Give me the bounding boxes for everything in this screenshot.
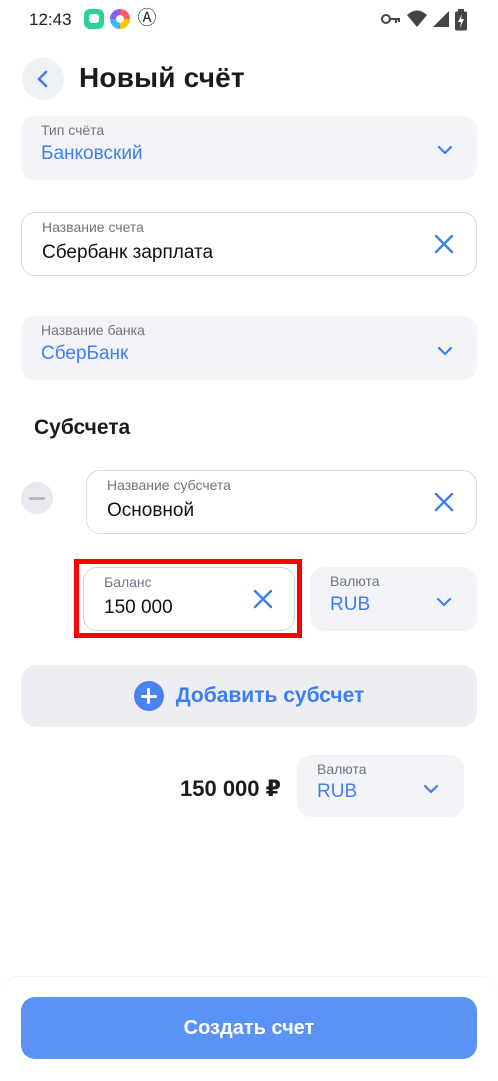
total-amount: 150 000 ₽ xyxy=(180,776,281,801)
status-time: 12:43 xyxy=(29,10,72,29)
clear-icon[interactable] xyxy=(433,491,455,513)
subaccount-currency-value: RUB xyxy=(330,594,371,615)
subaccount-currency-select[interactable]: Валюта RUB xyxy=(310,567,477,631)
create-account-label: Создать счет xyxy=(183,1016,315,1039)
pie-app-icon xyxy=(110,9,130,29)
subaccount-name-field[interactable]: Название субсчета Основной xyxy=(86,470,477,534)
account-type-select[interactable]: Тип счёта Банковский xyxy=(21,116,477,180)
account-type-label: Тип счёта xyxy=(41,122,105,138)
clear-icon[interactable] xyxy=(433,233,455,255)
highlight-box xyxy=(74,559,302,638)
battery-charging-icon xyxy=(455,9,467,31)
bank-name-label: Название банка xyxy=(41,322,145,338)
account-type-value: Банковский xyxy=(41,143,143,164)
subaccount-name-label: Название субсчета xyxy=(107,477,231,493)
create-account-button[interactable]: Создать счет xyxy=(21,997,477,1059)
total-currency-value: RUB xyxy=(317,781,358,802)
chevron-down-icon xyxy=(437,145,453,155)
subaccount-currency-label: Валюта xyxy=(330,573,380,589)
remove-subaccount-button[interactable] xyxy=(21,482,53,514)
subaccounts-title: Субсчета xyxy=(34,416,131,439)
anarchy-icon: Ⓐ xyxy=(137,8,157,29)
total-currency-label: Валюта xyxy=(317,761,367,777)
total-currency-select[interactable]: Валюта RUB xyxy=(297,755,464,817)
chevron-down-icon xyxy=(436,597,452,607)
page-title: Новый счёт xyxy=(79,62,245,93)
signal-icon xyxy=(433,11,449,27)
add-subaccount-label: Добавить субсчет xyxy=(175,684,365,707)
key-icon xyxy=(381,14,400,24)
account-name-field[interactable]: Название счета Сбербанк зарплата xyxy=(21,212,477,276)
wifi-icon xyxy=(407,10,427,27)
bank-name-select[interactable]: Название банка СберБанк xyxy=(21,316,477,380)
chevron-down-icon xyxy=(437,346,453,356)
account-name-label: Название счета xyxy=(42,219,144,235)
plus-icon xyxy=(133,681,164,711)
account-name-input[interactable]: Сбербанк зарплата xyxy=(42,242,213,264)
chevron-down-icon xyxy=(423,784,439,794)
bank-name-value: СберБанк xyxy=(41,343,129,364)
add-subaccount-button[interactable]: Добавить субсчет xyxy=(21,665,477,727)
chevron-left-icon xyxy=(37,70,48,88)
subaccount-name-input[interactable]: Основной xyxy=(107,500,194,522)
back-button[interactable] xyxy=(22,58,64,100)
chat-app-icon xyxy=(84,9,104,29)
